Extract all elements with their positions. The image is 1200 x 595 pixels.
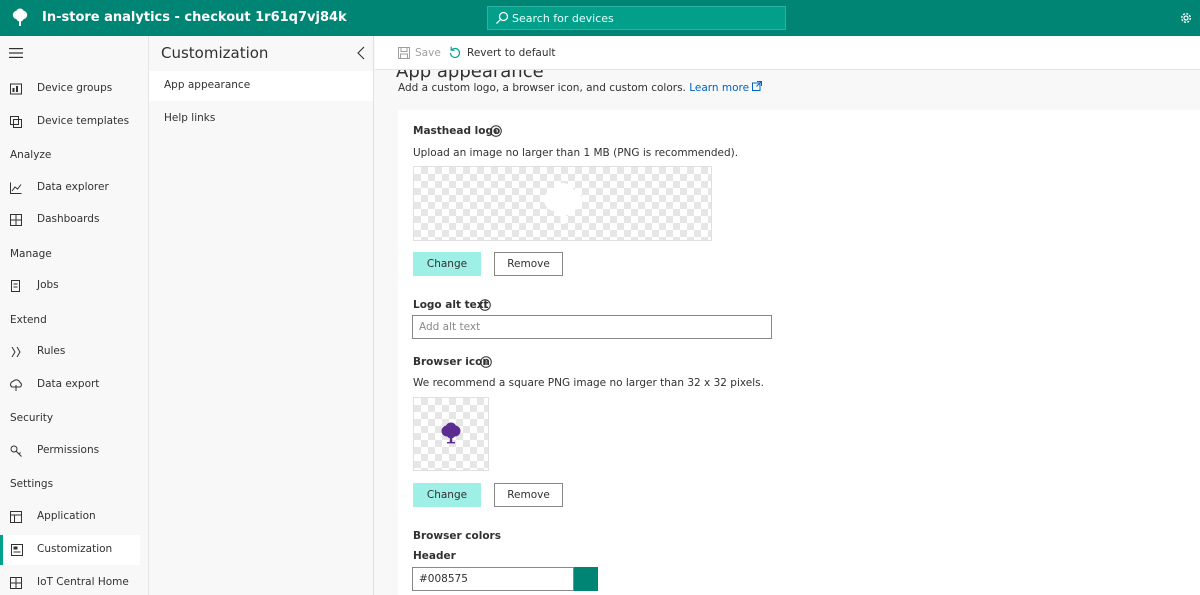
sidebar-item-label: Data explorer: [37, 181, 109, 193]
sidebar-item-label: Permissions: [37, 444, 100, 456]
dashboards-icon: [10, 214, 22, 226]
save-button[interactable]: Save: [398, 45, 441, 61]
external-link-icon: [752, 81, 763, 91]
device-templates-icon: [10, 116, 22, 128]
revert-to-default-button[interactable]: Revert to default: [448, 45, 556, 61]
sidebar-item-device-groups[interactable]: Device groups: [0, 74, 140, 104]
browser-icon-label: Browser icon: [413, 356, 490, 368]
info-icon[interactable]: [490, 125, 502, 137]
logo-alt-text-label: Logo alt text: [413, 299, 489, 311]
masthead-remove-button[interactable]: Remove: [494, 252, 563, 276]
data-export-icon: [10, 379, 22, 391]
page-description: Add a custom logo, a browser icon, and c…: [398, 81, 763, 94]
info-icon[interactable]: [479, 299, 491, 311]
masthead-logo-label: Masthead logo: [413, 125, 501, 137]
permissions-icon: [10, 445, 22, 457]
sidebar-item-permissions[interactable]: Permissions: [0, 436, 140, 466]
tree-browser-icon: [441, 422, 461, 444]
top-bar: In-store analytics - checkout 1r61q7vj84…: [0, 0, 1200, 36]
main-content: App appearance Add a custom logo, a brow…: [375, 70, 1200, 595]
search-icon: [496, 11, 509, 24]
appearance-card: Masthead logo Upload an image no larger …: [398, 110, 1200, 595]
sidebar-item-data-export[interactable]: Data export: [0, 370, 140, 400]
panel-item-app-appearance[interactable]: App appearance: [149, 71, 373, 101]
browser-icon-help: We recommend a square PNG image no large…: [413, 377, 764, 389]
nav-section-security: Security: [10, 412, 54, 424]
nav-section-analyze: Analyze: [10, 149, 52, 161]
browser-icon-remove-button[interactable]: Remove: [494, 483, 563, 507]
revert-label: Revert to default: [467, 47, 556, 59]
revert-icon: [449, 46, 461, 59]
data-explorer-icon: [10, 182, 22, 194]
hamburger-menu-icon[interactable]: [9, 47, 23, 59]
sidebar-item-iot-central-home[interactable]: IoT Central Home: [0, 568, 140, 595]
sidebar-item-customization[interactable]: Customization: [0, 535, 140, 565]
header-color-swatch[interactable]: [574, 567, 598, 591]
nav-section-manage: Manage: [10, 248, 52, 260]
app-logo-icon: [12, 8, 28, 26]
browser-colors-label: Browser colors: [413, 530, 501, 542]
sidebar-item-dashboards[interactable]: Dashboards: [0, 205, 140, 235]
gear-icon[interactable]: [1179, 11, 1193, 25]
search-input[interactable]: Search for devices: [487, 6, 786, 30]
chevron-left-icon[interactable]: [355, 46, 367, 60]
jobs-icon: [11, 280, 20, 292]
application-icon: [10, 511, 22, 523]
panel-title: Customization: [161, 44, 269, 62]
save-icon: [398, 47, 410, 59]
left-navigation: Device groups Device templates Analyze D…: [0, 36, 149, 595]
panel-item-label: App appearance: [164, 79, 251, 91]
logo-alt-text-input[interactable]: [412, 315, 772, 339]
sidebar-item-device-templates[interactable]: Device templates: [0, 107, 140, 137]
device-groups-icon: [10, 83, 22, 95]
sidebar-item-rules[interactable]: Rules: [0, 337, 140, 367]
sidebar-item-jobs[interactable]: Jobs: [0, 271, 140, 301]
sidebar-item-label: Customization: [37, 543, 113, 555]
sidebar-item-data-explorer[interactable]: Data explorer: [0, 173, 140, 203]
sidebar-item-label: Device templates: [37, 115, 130, 127]
app-title: In-store analytics - checkout 1r61q7vj84…: [42, 10, 347, 25]
browser-icon-preview: [413, 397, 489, 471]
iot-central-home-icon: [10, 577, 22, 589]
customization-panel: Customization App appearance Help links: [149, 36, 374, 595]
header-color-label: Header: [413, 550, 456, 562]
save-label: Save: [415, 47, 441, 59]
description-text: Add a custom logo, a browser icon, and c…: [398, 82, 686, 94]
tree-logo-icon: [544, 183, 582, 224]
sidebar-item-application[interactable]: Application: [0, 502, 140, 532]
nav-section-settings: Settings: [10, 478, 54, 490]
sidebar-item-label: Dashboards: [37, 213, 100, 225]
browser-icon-change-button[interactable]: Change: [413, 483, 481, 507]
masthead-change-button[interactable]: Change: [413, 252, 481, 276]
rules-icon: [11, 346, 21, 358]
sidebar-item-label: Jobs: [37, 279, 59, 291]
masthead-logo-preview: [413, 166, 712, 241]
learn-more-link[interactable]: Learn more: [689, 81, 763, 94]
panel-item-help-links[interactable]: Help links: [149, 104, 373, 134]
sidebar-item-label: Data export: [37, 378, 100, 390]
panel-item-label: Help links: [164, 112, 216, 124]
command-bar: Save Revert to default: [375, 36, 1200, 70]
customization-icon: [11, 544, 23, 556]
nav-section-extend: Extend: [10, 314, 47, 326]
masthead-logo-help: Upload an image no larger than 1 MB (PNG…: [413, 147, 739, 159]
search-placeholder: Search for devices: [512, 12, 614, 25]
sidebar-item-label: Application: [37, 510, 96, 522]
sidebar-item-label: Rules: [37, 345, 66, 357]
header-color-input[interactable]: [412, 567, 574, 591]
sidebar-item-label: IoT Central Home: [37, 576, 129, 588]
info-icon[interactable]: [480, 356, 492, 368]
sidebar-item-label: Device groups: [37, 82, 113, 94]
